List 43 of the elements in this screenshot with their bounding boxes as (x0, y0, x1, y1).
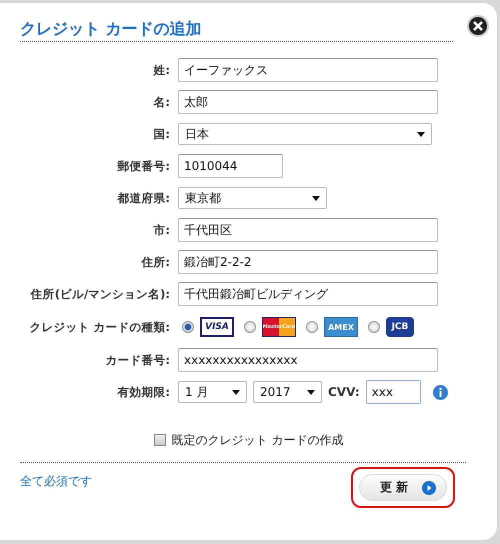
card-logo: JCB (386, 317, 414, 337)
close-icon[interactable] (467, 15, 489, 37)
dropdown[interactable]: 日本 (178, 123, 432, 145)
radio-button[interactable] (368, 321, 380, 333)
dropdown[interactable]: 東京都 (178, 187, 327, 209)
caret-icon (232, 390, 240, 394)
text-field[interactable]: 1010044 (178, 154, 283, 178)
field-label: 有効期限: (116, 384, 171, 400)
required-note-link[interactable]: 全て必須です (20, 473, 92, 490)
cvv-field[interactable]: xxx (366, 380, 421, 404)
card-logo: AMEX (324, 317, 358, 337)
text-field[interactable]: xxxxxxxxxxxxxxxx (178, 348, 438, 372)
field-label: カード番号: (104, 352, 171, 368)
caret-icon (307, 390, 315, 394)
text-field[interactable]: 太郎 (178, 90, 438, 114)
field-label: クレジット カードの種類: (28, 320, 171, 334)
checkbox[interactable] (154, 434, 166, 446)
text-field[interactable]: イーファックス (178, 58, 438, 82)
field-label: 郵便番号: (116, 158, 171, 174)
field-label: 姓: (152, 62, 171, 78)
caret-icon (417, 132, 425, 136)
month-dropdown[interactable]: 1 月 (178, 381, 247, 403)
field-label: 市: (152, 222, 171, 238)
field-label: 名: (152, 94, 171, 110)
play-icon (422, 480, 436, 494)
text-field[interactable]: 鍛冶町2-2-2 (178, 250, 438, 274)
cvv-label: CVV: (328, 385, 360, 399)
field-label: 国: (152, 126, 171, 142)
dialog-title: クレジット カードの追加 (20, 18, 202, 40)
field-label: 住所(ビル/マンション名): (29, 286, 171, 302)
checkbox-label: 既定のクレジット カードの作成 (172, 432, 344, 448)
radio-button[interactable] (182, 321, 194, 333)
text-field[interactable]: 千代田鍛冶町ビルディング (178, 282, 438, 306)
radio-button[interactable] (306, 321, 318, 333)
text-field[interactable]: 千代田区 (178, 218, 438, 242)
card-logo: VISA (200, 317, 234, 337)
year-dropdown[interactable]: 2017 (253, 381, 322, 403)
field-label: 都道府県: (116, 190, 171, 206)
radio-button[interactable] (244, 321, 256, 333)
caret-icon (312, 196, 320, 200)
field-label: 住所: (140, 254, 171, 270)
info-icon[interactable] (432, 384, 448, 400)
update-button[interactable]: 更 新 (358, 474, 447, 501)
